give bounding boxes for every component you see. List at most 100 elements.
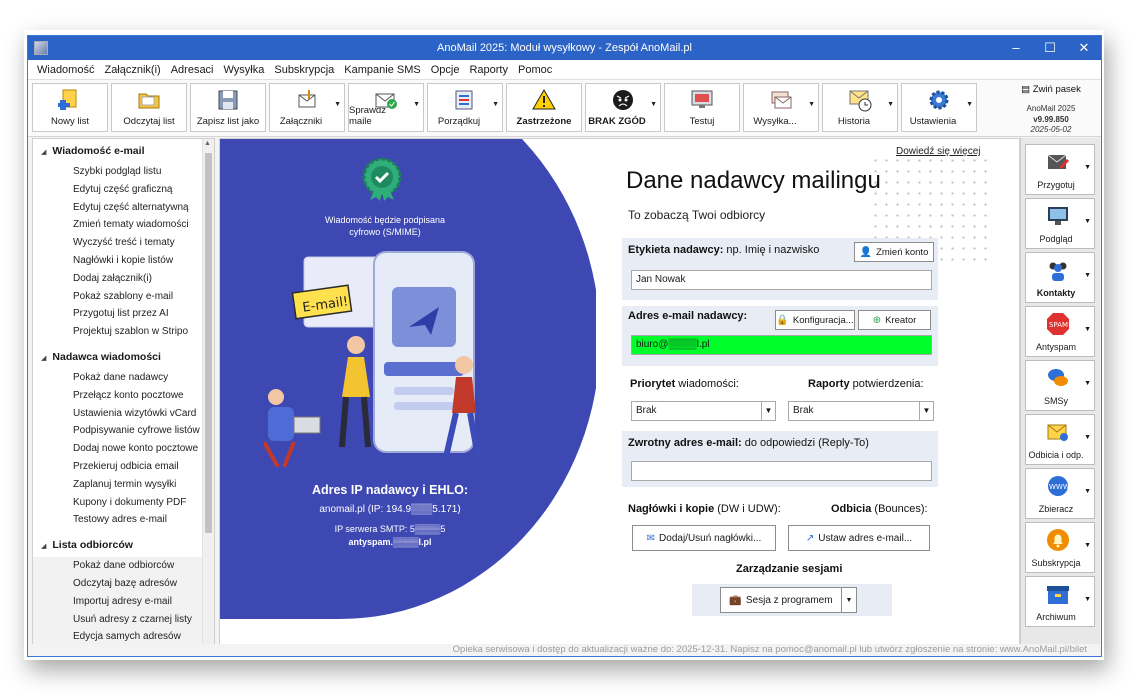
sidebar-item-read-database[interactable]: Odczytaj bazę adresów <box>33 574 214 593</box>
bounce-mail-icon <box>1047 424 1068 441</box>
sidebar-item-edit-graphic[interactable]: Edytuj część graficzną <box>33 181 214 199</box>
minimize-button[interactable]: – <box>999 36 1033 60</box>
priority-caption: Priorytet wiadomości: <box>630 378 739 390</box>
sidebar-item-show-templates[interactable]: Pokaż szablony e-mail <box>33 288 214 306</box>
form-subheading: To zobaczą Twoi odbiorcy <box>628 208 766 222</box>
sort-button[interactable]: Porządkuj <box>427 83 503 132</box>
menu-zalaczniki[interactable]: Załącznik(i) <box>99 64 165 76</box>
close-button[interactable]: ✕ <box>1067 36 1101 60</box>
sidebar-item-edit-alternative[interactable]: Edytuj część alternatywną <box>33 199 214 217</box>
sidebar-item-coupons-pdf[interactable]: Kupony i dokumenty PDF <box>33 494 214 512</box>
settings-button[interactable]: Ustawienia <box>901 83 977 132</box>
send-button[interactable]: Wysyłka... <box>743 83 819 132</box>
sidebar-item-add-account[interactable]: Dodaj nowe konto pocztowe <box>33 440 214 458</box>
quick-sms-button[interactable]: SMSy <box>1025 360 1095 411</box>
headers-button[interactable]: ✉ Dodaj/Usuń nagłówki... <box>632 525 776 551</box>
menu-wiadomosc[interactable]: Wiadomość <box>32 64 99 76</box>
sidebar-item-import-addresses[interactable]: Importuj adresy e-mail <box>33 592 214 611</box>
restricted-button[interactable]: Zastrzeżone <box>506 83 582 132</box>
priority-select[interactable]: Brak ▼ <box>631 401 776 421</box>
toolbar: Nowy list Odczytaj list Zapisz list jako… <box>28 80 1101 137</box>
sms-bubbles-icon <box>1048 369 1068 386</box>
svg-text:WWW: WWW <box>1049 483 1070 491</box>
attachments-button[interactable]: Załączniki <box>269 83 345 132</box>
quick-archive-button[interactable]: Archiwum <box>1025 576 1095 627</box>
sidebar-item-test-address[interactable]: Testowy adres e-mail <box>33 511 214 529</box>
svg-text:SPAM: SPAM <box>1049 321 1068 329</box>
check-mails-button[interactable]: Sprawdź maile <box>348 83 424 132</box>
menu-pomoc[interactable]: Pomoc <box>513 64 557 76</box>
menu-adresaci[interactable]: Adresaci <box>166 64 219 76</box>
sender-label-field[interactable]: Jan Nowak <box>631 270 932 290</box>
save-letter-as-button[interactable]: Zapisz list jako <box>190 83 266 132</box>
angry-face-icon <box>613 90 633 110</box>
sidebar-scrollbar[interactable]: ▲ <box>202 139 214 645</box>
quick-prepare-button[interactable]: Przygotuj <box>1025 144 1095 195</box>
smtp-hostname: antyspam.▒▒▒▒l.pl <box>348 537 432 547</box>
quick-collector-button[interactable]: WWW Zbieracz <box>1025 468 1095 519</box>
learn-more-link[interactable]: Dowiedź się więcej <box>896 146 980 157</box>
version-info: ▤ Zwiń pasek AnoMail 2025 v9.99.850 2025… <box>1011 84 1091 136</box>
no-consent-button[interactable]: BRAK ZGÓD <box>585 83 661 132</box>
sidebar-section-sender[interactable]: ◢ Nadawca wiadomości <box>33 345 214 369</box>
title-bar: AnoMail 2025: Moduł wysyłkowy - Zespół A… <box>28 36 1101 60</box>
sidebar-item-redirect-bounces[interactable]: Przekieruj odbicia email <box>33 458 214 476</box>
menu-kampanie-sms[interactable]: Kampanie SMS <box>339 64 425 76</box>
sidebar-item-add-attachment[interactable]: Dodaj załącznik(i) <box>33 270 214 288</box>
scroll-up-icon[interactable]: ▲ <box>204 140 211 147</box>
sidebar-section-message[interactable]: ◢ Wiadomość e-mail <box>33 139 214 163</box>
sidebar-item-headers-copies[interactable]: Nagłówki i kopie listów <box>33 252 214 270</box>
change-account-button[interactable]: 👤 Zmień konto <box>854 242 934 262</box>
sidebar-item-ai-letter[interactable]: Przygotuj list przez AI <box>33 305 214 323</box>
chevron-down-icon: ▼ <box>845 596 853 604</box>
collapse-toolbar-button[interactable]: ▤ Zwiń pasek <box>1011 84 1091 96</box>
sender-label-caption: Etykieta nadawcy: np. Imię i nazwisko <box>628 244 820 256</box>
menu-raporty[interactable]: Raporty <box>464 64 513 76</box>
headers-caption: Nagłówki i kopie (DW i UDW): <box>628 503 781 515</box>
envelope-edit-icon <box>1047 154 1070 170</box>
session-dropdown[interactable]: ▼ <box>841 587 857 613</box>
maximize-button[interactable]: ☐ <box>1033 36 1067 60</box>
quick-bounces-button[interactable]: Odbicia i odp. <box>1025 414 1095 465</box>
sidebar-item-switch-account[interactable]: Przełącz konto pocztowe <box>33 387 214 405</box>
sidebar-item-clear-content[interactable]: Wyczyść treść i tematy <box>33 234 214 252</box>
configuration-button[interactable]: 🔒 Konfiguracja... <box>775 310 855 330</box>
quick-antispam-button[interactable]: SPAM Antyspam <box>1025 306 1095 357</box>
smtp-server-ip: IP serwera SMTP: 5▒▒▒▒5 <box>334 524 446 534</box>
sidebar-item-stripo[interactable]: Projektuj szablon w Stripo <box>33 323 214 341</box>
sidebar-item-remove-blacklist[interactable]: Usuń adresy z czarnej listy <box>33 610 214 629</box>
sort-list-icon <box>455 90 473 110</box>
warning-icon <box>532 89 556 110</box>
app-version-date: 2025-05-02 <box>1030 125 1072 135</box>
quick-contacts-button[interactable]: Kontakty <box>1025 252 1095 303</box>
sidebar-item-vcard[interactable]: Ustawienia wizytówki vCard <box>33 405 214 423</box>
sidebar-item-recipients-data[interactable]: Pokaż dane odbiorców <box>33 557 214 575</box>
history-button[interactable]: Historia <box>822 83 898 132</box>
scrollbar-thumb[interactable] <box>205 153 212 533</box>
sidebar-item-sender-data[interactable]: Pokaż dane nadawcy <box>33 369 214 387</box>
sidebar-item-schedule[interactable]: Zaplanuj termin wysyłki <box>33 476 214 494</box>
menu-subskrypcja[interactable]: Subskrypcja <box>269 64 339 76</box>
sender-email-field[interactable]: biuro@▒▒▒▒l.pl <box>631 335 932 355</box>
menu-wysylka[interactable]: Wysyłka <box>219 64 270 76</box>
certificate-badge-icon <box>362 157 402 201</box>
reports-select[interactable]: Brak ▼ <box>788 401 934 421</box>
bounces-button[interactable]: ↗ Ustaw adres e-mail... <box>788 525 930 551</box>
sidebar-item-quick-preview[interactable]: Szybki podgląd listu <box>33 163 214 181</box>
sidebar-item-change-subjects[interactable]: Zmień tematy wiadomości <box>33 216 214 234</box>
collapse-triangle-icon: ◢ <box>41 543 47 551</box>
quick-preview-button[interactable]: Podgląd <box>1025 198 1095 249</box>
sidebar-section-recipients[interactable]: ◢ Lista odbiorców <box>33 533 214 557</box>
sidebar-item-digital-signing[interactable]: Podpisywanie cyfrowe listów <box>33 422 214 440</box>
session-button[interactable]: 💼 Sesja z programem <box>720 587 842 613</box>
main-content: Wiadomość będzie podpisana cyfrowo (S/MI… <box>219 138 1020 646</box>
menu-opcje[interactable]: Opcje <box>426 64 465 76</box>
reply-to-field[interactable] <box>631 461 932 481</box>
test-button[interactable]: Testuj <box>664 83 740 132</box>
new-letter-button[interactable]: Nowy list <box>32 83 108 132</box>
plus-circle-icon: ⊕ <box>872 314 882 326</box>
quick-subscription-button[interactable]: Subskrypcja <box>1025 522 1095 573</box>
creator-button[interactable]: ⊕ Kreator <box>858 310 931 330</box>
read-letter-button[interactable]: Odczytaj list <box>111 83 187 132</box>
window-title: AnoMail 2025: Moduł wysyłkowy - Zespół A… <box>437 42 692 54</box>
